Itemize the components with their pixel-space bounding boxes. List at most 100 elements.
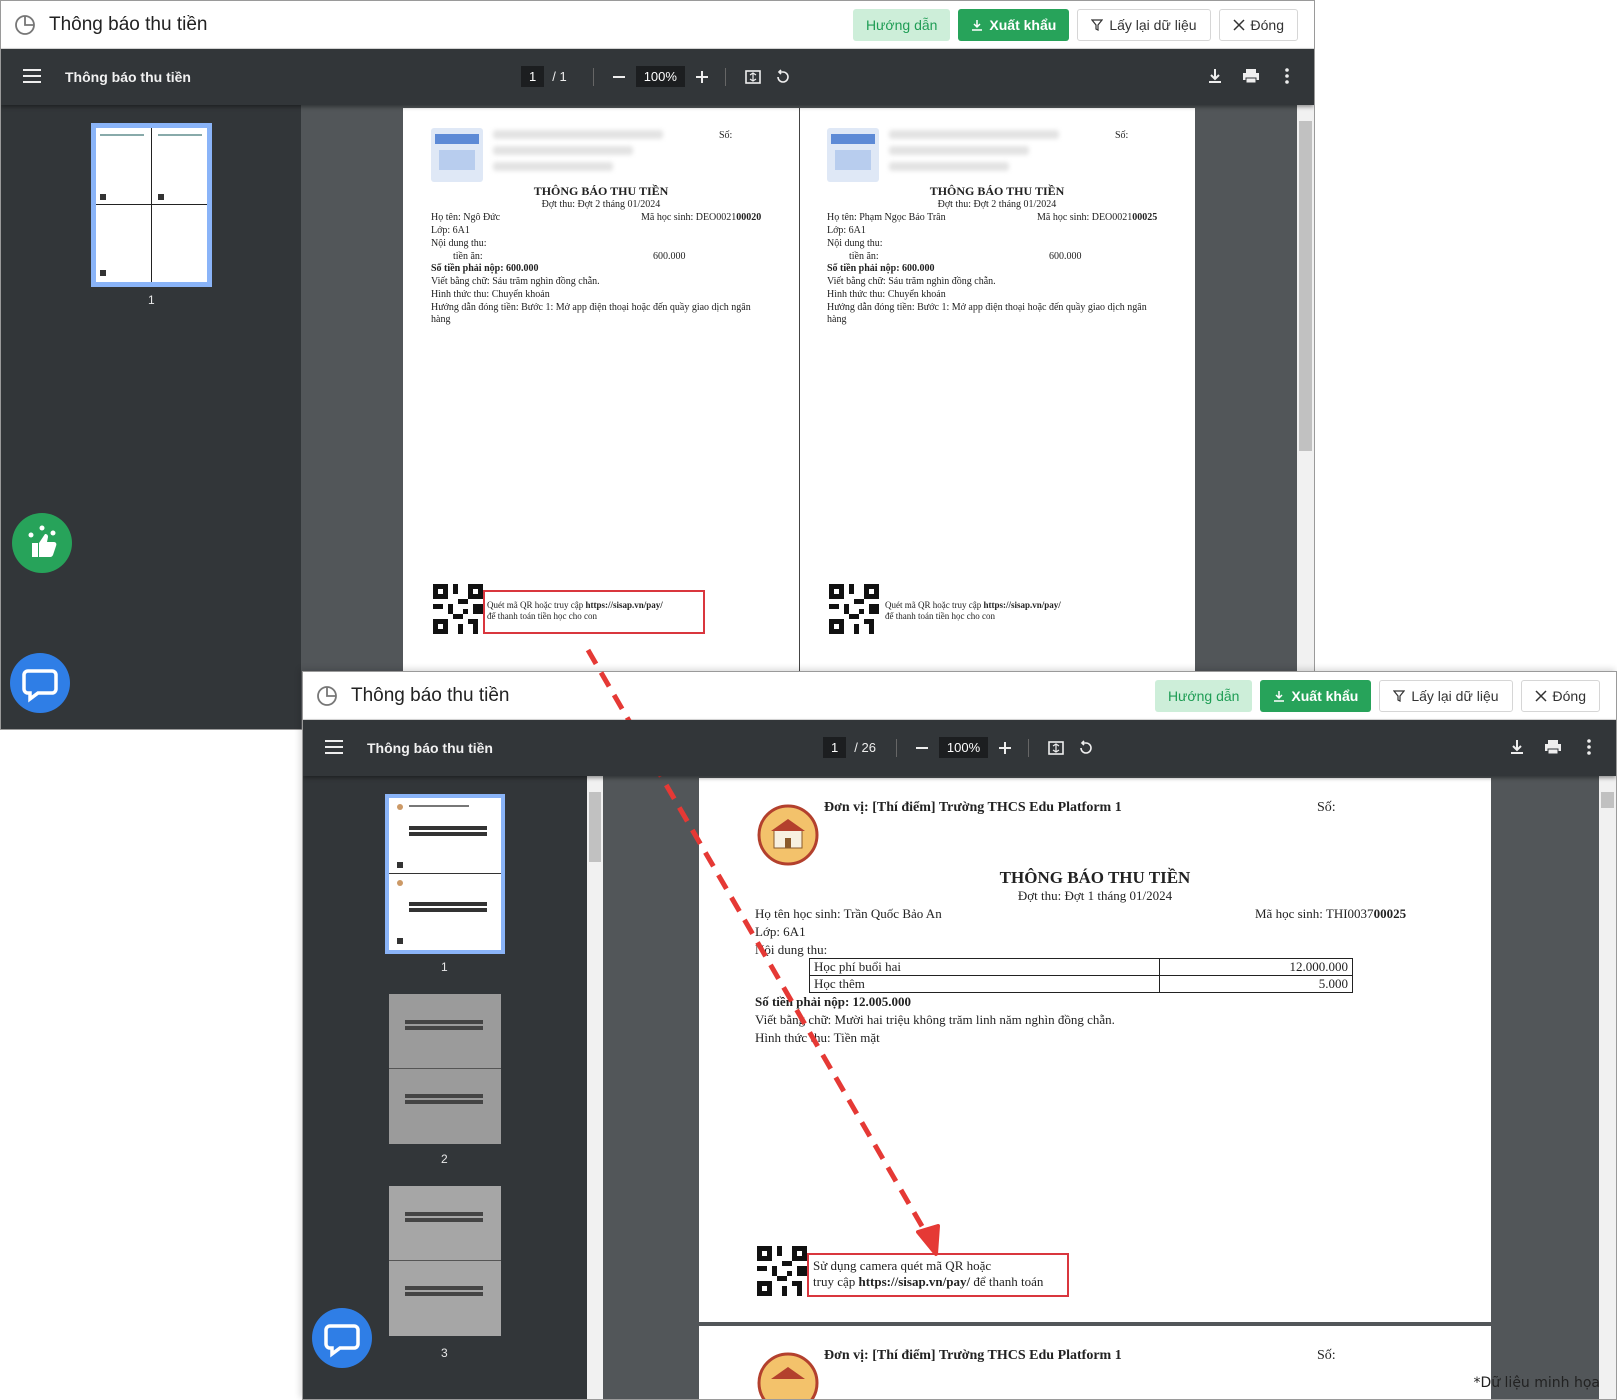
payment-method: Hình thức thu: Chuyển khoản (827, 289, 946, 300)
title-bar: Thông báo thu tiền Hướng dẫn Xuất khẩu L… (1, 1, 1314, 49)
thumbnail-label: 1 (441, 960, 448, 974)
page-number-input[interactable]: 1 (823, 737, 847, 758)
page-number-input[interactable]: 1 (521, 66, 545, 87)
rotate-icon[interactable] (774, 68, 792, 86)
window-title: Thông báo thu tiền (49, 14, 208, 35)
pdf-title: Thông báo thu tiền (65, 69, 191, 85)
pdf-page: Đơn vị: [Thí điểm] Trường THCS Edu Platf… (699, 778, 1491, 1322)
zoom-input[interactable]: 100% (938, 737, 989, 758)
page-thumbnail[interactable] (91, 123, 212, 287)
payment-method: Hình thức thu: Tiền mặt (755, 1030, 880, 1045)
reload-label: Lấy lại dữ liệu (1109, 17, 1197, 33)
download-icon[interactable] (1508, 738, 1526, 756)
fee-item-label: tiền ăn: (453, 251, 483, 262)
amount-in-words: Viết bằng chữ: Mười hai triệu không trăm… (755, 1012, 1115, 1027)
notice-window-old: Thông báo thu tiền Hướng dẫn Xuất khẩu L… (0, 0, 1315, 730)
export-button[interactable]: Xuất khẩu (958, 9, 1070, 41)
collection-period: Đợt thu: Đợt 1 tháng 01/2024 (1017, 888, 1173, 903)
chat-icon (324, 1324, 360, 1358)
zoom-in-icon[interactable] (996, 739, 1014, 757)
school-logo (757, 1352, 819, 1399)
fee-amount: 12.000.000 (1159, 958, 1353, 976)
export-label: Xuất khẩu (1291, 688, 1359, 704)
guide-button[interactable]: Hướng dẫn (1154, 680, 1253, 712)
fee-name: Học phí buổi hai (809, 958, 1160, 976)
rate-button[interactable] (12, 513, 72, 573)
download-icon (972, 20, 983, 31)
pdf-page: Số: THÔNG BÁO THU TIỀN Đợt thu: Đợt 2 th… (403, 108, 1195, 708)
download-icon[interactable] (1206, 67, 1224, 85)
print-icon[interactable] (1242, 67, 1260, 85)
zoom-in-icon[interactable] (693, 68, 711, 86)
student-name: Họ tên học sinh: Trần Quốc Bảo An (755, 906, 942, 921)
reload-data-button[interactable]: Lấy lại dữ liệu (1077, 9, 1211, 41)
payment-guide-cont: hàng (827, 314, 847, 325)
thumbnail-label: 1 (148, 293, 155, 307)
export-label: Xuất khẩu (989, 17, 1057, 33)
vertical-scrollbar[interactable] (1297, 105, 1314, 729)
chat-button[interactable] (10, 653, 70, 713)
student-class: Lớp: 6A1 (755, 924, 806, 939)
zoom-out-icon[interactable] (610, 68, 628, 86)
page-thumbnail[interactable] (385, 794, 505, 954)
page-thumbnail[interactable] (389, 994, 501, 1144)
table-row: Học phí buổi hai 12.000.000 (809, 958, 1353, 976)
receipt-heading: THÔNG BÁO THU TIỀN (533, 184, 669, 198)
thumbnail-label: 2 (441, 1152, 448, 1166)
more-options-icon[interactable] (1278, 67, 1296, 85)
amount-in-words: Viết bằng chữ: Sáu trăm nghìn đồng chẵn. (827, 276, 996, 287)
close-label: Đóng (1250, 17, 1284, 33)
fee-amount: 5.000 (1159, 975, 1353, 993)
thumbs-up-icon (28, 525, 57, 557)
amount-due: Số tiền phải nộp: 12.005.000 (755, 994, 912, 1009)
close-button[interactable]: Đóng (1218, 9, 1298, 41)
rotate-icon[interactable] (1077, 739, 1095, 757)
student-class: Lớp: 6A1 (431, 225, 470, 236)
school-logo (827, 128, 879, 182)
export-button[interactable]: Xuất khẩu (1260, 680, 1372, 712)
fit-page-icon[interactable] (744, 68, 762, 86)
fit-page-icon[interactable] (1047, 739, 1065, 757)
receipt-number-label: Số: (719, 130, 733, 141)
guide-button[interactable]: Hướng dẫn (852, 9, 951, 41)
pie-chart-icon (15, 15, 35, 35)
receipt-number-label: Số: (1115, 130, 1129, 141)
pdf-page-next: Đơn vị: [Thí điểm] Trường THCS Edu Platf… (699, 1326, 1491, 1399)
highlight-box (483, 590, 705, 634)
payment-method: Hình thức thu: Chuyển khoản (431, 289, 550, 300)
fee-name: Học thêm (809, 975, 1160, 993)
more-options-icon[interactable] (1580, 738, 1598, 756)
zoom-out-icon[interactable] (913, 739, 931, 757)
student-code: Mã học sinh: DEO002100025 (1037, 212, 1158, 223)
filter-icon (1091, 19, 1104, 31)
receipt-heading: THÔNG BÁO THU TIỀN (929, 184, 1065, 198)
vertical-scrollbar[interactable] (1599, 776, 1616, 1399)
receipt-heading: THÔNG BÁO THU TIỀN (999, 868, 1191, 887)
payment-guide: Hướng dẫn đóng tiền: Bước 1: Mở app điện… (431, 302, 751, 313)
thumbnail-scrollbar[interactable] (587, 776, 603, 1399)
pdf-title: Thông báo thu tiền (367, 740, 493, 756)
document-viewer: Đơn vị: [Thí điểm] Trường THCS Edu Platf… (603, 776, 1599, 1399)
school-unit: Đơn vị: [Thí điểm] Trường THCS Edu Platf… (824, 1348, 1122, 1363)
fee-item-value: 600.000 (1049, 251, 1082, 262)
school-unit: Đơn vị: [Thí điểm] Trường THCS Edu Platf… (824, 800, 1122, 815)
payment-guide-cont: hàng (431, 314, 451, 325)
chat-button[interactable] (312, 1308, 372, 1368)
reload-data-button[interactable]: Lấy lại dữ liệu (1379, 680, 1513, 712)
menu-icon[interactable] (23, 69, 41, 83)
close-button[interactable]: Đóng (1520, 680, 1600, 712)
qr-code-icon (433, 584, 483, 634)
fee-table: Học phí buổi hai 12.000.000 Học thêm 5.0… (809, 958, 1353, 993)
illustration-note: *Dữ liệu minh họa (1473, 1375, 1600, 1391)
zoom-input[interactable]: 100% (635, 66, 685, 87)
menu-icon[interactable] (325, 740, 343, 754)
amount-due: Số tiền phải nộp: 600.000 (431, 263, 539, 274)
thumbnail-label: 3 (441, 1346, 448, 1360)
receipt-number-label: Số: (1317, 1348, 1336, 1363)
page-thumbnail[interactable] (389, 1186, 501, 1336)
close-icon (1535, 690, 1547, 702)
amount-due: Số tiền phải nộp: 600.000 (827, 263, 935, 274)
receipt-left: Số: THÔNG BÁO THU TIỀN Đợt thu: Đợt 2 th… (403, 108, 799, 708)
print-icon[interactable] (1544, 738, 1562, 756)
fee-item-label: tiền ăn: (849, 251, 879, 262)
